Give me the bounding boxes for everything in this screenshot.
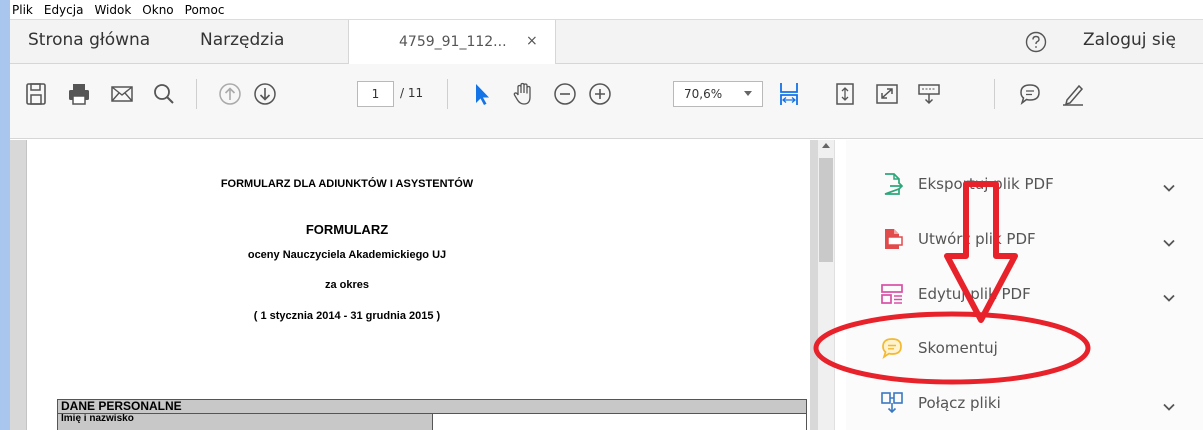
- side-item-comment[interactable]: Skomentuj: [846, 328, 1203, 368]
- document-viewport[interactable]: FORMULARZ DLA ADIUNKTÓW I ASYSTENTÓW FOR…: [10, 140, 818, 430]
- zoom-out-icon[interactable]: [552, 81, 578, 107]
- help-icon[interactable]: [1025, 31, 1047, 53]
- tab-document[interactable]: 4759_91_112... ×: [348, 20, 556, 65]
- search-icon[interactable]: [151, 81, 177, 107]
- export-pdf-icon: [880, 172, 904, 196]
- menu-bar: Plik Edycja Widok Okno Pomoc: [10, 0, 1203, 19]
- main-toolbar: 1 / 11 70,6%: [10, 64, 1203, 139]
- comment-icon[interactable]: [1017, 81, 1043, 107]
- side-item-label: Utwórz plik PDF: [918, 230, 1036, 248]
- close-tab-icon[interactable]: ×: [526, 33, 538, 49]
- doc-title: FORMULARZ: [305, 222, 389, 237]
- next-page-icon[interactable]: [252, 81, 278, 107]
- highlight-pen-icon[interactable]: [1060, 81, 1086, 107]
- menu-edit[interactable]: Edycja: [44, 3, 84, 17]
- pdf-page: FORMULARZ DLA ADIUNKTÓW I ASYSTENTÓW FOR…: [26, 140, 810, 430]
- document-tab-title: 4759_91_112...: [399, 34, 507, 50]
- zoom-value: 70,6%: [684, 87, 723, 101]
- menu-window[interactable]: Okno: [142, 3, 173, 17]
- form-section-header: DANE PERSONALNE: [57, 399, 807, 414]
- tools-side-panel: Eksportuj plik PDF Utwórz plik PDF Edytu: [846, 140, 1203, 430]
- menu-view[interactable]: Widok: [94, 3, 131, 17]
- chevron-down-icon[interactable]: [1162, 397, 1176, 411]
- side-item-export-pdf[interactable]: Eksportuj plik PDF: [846, 164, 1203, 204]
- window-border: [0, 0, 10, 430]
- select-cursor-icon[interactable]: [468, 81, 494, 107]
- combine-files-icon: [880, 391, 904, 415]
- doc-heading: FORMULARZ DLA ADIUNKTÓW I ASYSTENTÓW: [220, 178, 474, 190]
- page-number-input[interactable]: 1: [357, 81, 394, 107]
- scrollbar-thumb[interactable]: [819, 158, 833, 262]
- create-pdf-icon: [880, 227, 904, 251]
- acrobat-window: Plik Edycja Widok Okno Pomoc Strona głów…: [10, 0, 1203, 430]
- save-icon[interactable]: [23, 81, 49, 107]
- panel-divider[interactable]: [834, 140, 846, 430]
- read-mode-icon[interactable]: [916, 81, 942, 107]
- email-icon[interactable]: [109, 81, 135, 107]
- comment-icon: [880, 336, 904, 360]
- page-total: / 11: [400, 86, 424, 100]
- doc-subtitle: oceny Nauczyciela Akademickiego UJ: [247, 249, 447, 261]
- edit-pdf-icon: [880, 282, 904, 306]
- chevron-down-icon[interactable]: [1162, 288, 1176, 302]
- side-item-combine-files[interactable]: Połącz pliki: [846, 383, 1203, 423]
- tab-home[interactable]: Strona główna: [28, 30, 150, 50]
- side-item-label: Edytuj plik PDF: [918, 285, 1031, 303]
- sign-in-link[interactable]: Zaloguj się: [1083, 30, 1176, 50]
- side-item-label: Skomentuj: [918, 339, 998, 357]
- previous-page-icon[interactable]: [217, 81, 243, 107]
- print-icon[interactable]: [66, 81, 92, 107]
- side-item-label: Połącz pliki: [918, 394, 1001, 412]
- page-scroll-icon[interactable]: [832, 81, 858, 107]
- toolbar-separator: [196, 79, 197, 109]
- form-field-label: Imię i nazwisko: [58, 414, 433, 430]
- hand-tool-icon[interactable]: [510, 81, 536, 107]
- vertical-scrollbar[interactable]: [818, 140, 834, 430]
- menu-help[interactable]: Pomoc: [185, 3, 225, 17]
- full-screen-icon[interactable]: [874, 81, 900, 107]
- scroll-up-icon[interactable]: [822, 143, 830, 148]
- side-item-label: Eksportuj plik PDF: [918, 175, 1054, 193]
- content-area: FORMULARZ DLA ADIUNKTÓW I ASYSTENTÓW FOR…: [10, 140, 1203, 430]
- chevron-down-icon: [744, 91, 752, 96]
- zoom-select[interactable]: 70,6%: [673, 81, 763, 107]
- chevron-down-icon[interactable]: [1162, 178, 1176, 192]
- zoom-in-icon[interactable]: [587, 81, 613, 107]
- doc-period: ( 1 stycznia 2014 - 31 grudnia 2015 ): [253, 310, 441, 322]
- side-item-create-pdf[interactable]: Utwórz plik PDF: [846, 219, 1203, 259]
- tab-bar: Strona główna Narzędzia 4759_91_112... ×…: [10, 19, 1203, 65]
- tab-tools[interactable]: Narzędzia: [200, 30, 284, 50]
- side-item-edit-pdf[interactable]: Edytuj plik PDF: [846, 274, 1203, 314]
- doc-period-label: za okres: [324, 279, 370, 291]
- form-row: Imię i nazwisko: [57, 414, 807, 430]
- chevron-down-icon[interactable]: [1162, 233, 1176, 247]
- toolbar-separator: [447, 79, 448, 109]
- fit-width-icon[interactable]: [776, 81, 802, 107]
- toolbar-separator: [994, 79, 995, 109]
- menu-file[interactable]: Plik: [12, 3, 33, 17]
